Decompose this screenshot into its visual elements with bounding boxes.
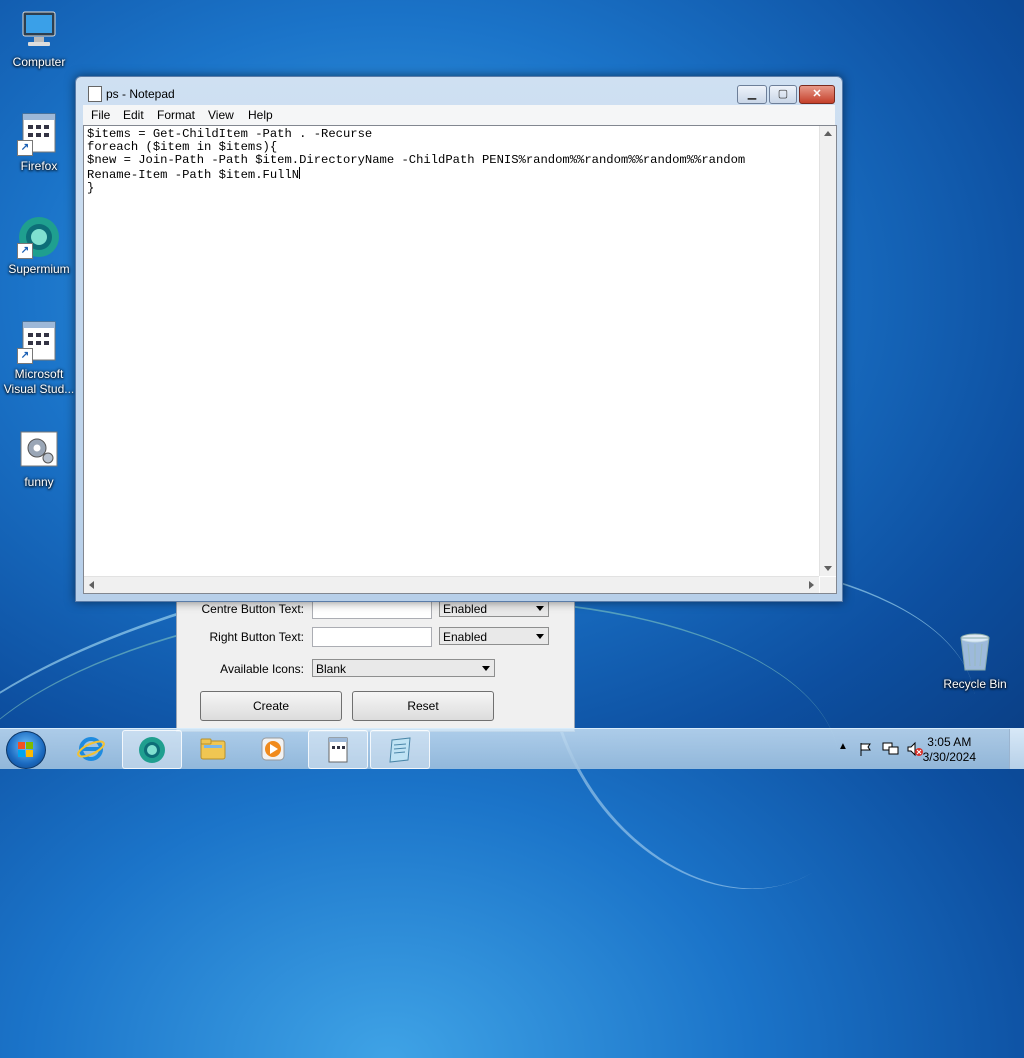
scroll-down-icon[interactable] <box>824 566 832 571</box>
system-tray: ▲ 3:05 AM 3/30/2024 <box>834 729 1024 769</box>
supermium-icon <box>139 737 165 763</box>
recycle-bin-icon <box>953 630 997 674</box>
menu-file[interactable]: File <box>91 108 110 122</box>
centre-button-row: Centre Button Text: Enabled <box>177 599 574 621</box>
code-line: } <box>87 181 95 195</box>
editor-content: $items = Get-ChildItem -Path . -Recurse f… <box>87 128 745 195</box>
clock[interactable]: 3:05 AM 3/30/2024 <box>923 735 976 765</box>
scroll-right-icon[interactable] <box>809 581 814 589</box>
supermium-icon: ↗ <box>17 215 61 259</box>
centre-button-label: Centre Button Text: <box>201 602 304 616</box>
desktop-icon-computer[interactable]: Computer <box>1 8 77 70</box>
text-editor[interactable]: $items = Get-ChildItem -Path . -Recurse f… <box>83 125 837 594</box>
available-icons-row: Available Icons: Blank <box>177 659 574 681</box>
desktop-icon-label: funny <box>24 475 54 489</box>
taskbar-notepad-window[interactable] <box>308 730 368 769</box>
taskbar-media-player[interactable] <box>244 730 302 767</box>
taskbar-notepad[interactable] <box>370 730 430 769</box>
taskbar: ▲ 3:05 AM 3/30/2024 <box>0 728 1024 769</box>
close-button[interactable]: ✕ <box>799 85 835 104</box>
available-icons-label: Available Icons: <box>220 662 304 676</box>
desktop-icon-funny[interactable]: funny <box>1 428 77 490</box>
right-button-state-select[interactable]: Enabled <box>439 627 549 645</box>
volume-muted-icon[interactable] <box>906 741 924 757</box>
reset-button[interactable]: Reset <box>352 691 494 721</box>
desktop-icon-recycle-bin[interactable]: Recycle Bin <box>937 630 1013 692</box>
taskbar-file-explorer[interactable] <box>184 730 242 767</box>
taskbar-supermium[interactable] <box>122 730 182 769</box>
folder-icon <box>200 738 226 760</box>
right-button-text-input[interactable] <box>312 627 432 647</box>
notepad-icon <box>88 86 102 102</box>
notepad-window: ps - Notepad ▁ ▢ ✕ File Edit Format View… <box>75 76 843 602</box>
minimize-icon: ▁ <box>747 88 757 100</box>
horizontal-scrollbar[interactable] <box>84 576 819 593</box>
desktop-icon-label: Firefox <box>20 159 58 173</box>
title-bar[interactable]: ps - Notepad ▁ ▢ ✕ <box>76 77 842 107</box>
menu-bar: File Edit Format View Help <box>83 105 835 125</box>
create-button[interactable]: Create <box>200 691 342 721</box>
desktop-icon-label: Supermium <box>8 262 70 276</box>
window-title: ps - Notepad <box>106 87 175 101</box>
maximize-icon: ▢ <box>777 88 789 100</box>
desktop-icon-label: Microsoft Visual Stud... <box>3 367 75 396</box>
application-window-icon: ↗ <box>17 112 61 156</box>
menu-view[interactable]: View <box>208 108 234 122</box>
show-hidden-icons-icon[interactable]: ▲ <box>838 741 848 752</box>
media-player-icon <box>261 737 285 761</box>
computer-icon <box>17 8 61 52</box>
menu-edit[interactable]: Edit <box>123 108 144 122</box>
maximize-button[interactable]: ▢ <box>769 85 797 104</box>
minimize-button[interactable]: ▁ <box>737 85 767 104</box>
close-icon: ✕ <box>812 88 822 100</box>
centre-button-text-input[interactable] <box>312 599 432 619</box>
message-box-builder-dialog: Centre Button Text: Enabled Right Button… <box>176 598 575 732</box>
application-window-icon: ↗ <box>17 320 61 364</box>
available-icons-select[interactable]: Blank <box>312 659 495 677</box>
desktop-icon-firefox[interactable]: ↗ Firefox <box>1 112 77 174</box>
size-grip[interactable] <box>820 577 836 593</box>
taskbar-internet-explorer[interactable] <box>62 730 120 767</box>
desktop-icon-visual-studio[interactable]: ↗ Microsoft Visual Stud... <box>1 320 77 397</box>
script-gear-icon <box>17 428 61 472</box>
shortcut-arrow-icon: ↗ <box>17 348 33 364</box>
text-caret <box>299 167 301 179</box>
menu-help[interactable]: Help <box>248 108 273 122</box>
chevron-down-icon <box>536 606 544 611</box>
code-line: $new = Join-Path -Path $item.DirectoryNa… <box>87 153 746 167</box>
vertical-scrollbar[interactable] <box>819 126 836 576</box>
chevron-down-icon <box>482 666 490 671</box>
notepad-icon <box>389 737 411 763</box>
clock-time: 3:05 AM <box>927 735 972 749</box>
code-line: Rename-Item -Path $item.FullN <box>87 167 301 182</box>
scroll-left-icon[interactable] <box>89 581 94 589</box>
windows-logo-icon <box>18 742 33 757</box>
shortcut-arrow-icon: ↗ <box>17 243 33 259</box>
show-desktop-button[interactable] <box>1009 729 1024 769</box>
internet-explorer-icon <box>77 737 105 761</box>
chevron-down-icon <box>536 634 544 639</box>
clock-date: 3/30/2024 <box>922 750 976 764</box>
action-center-flag-icon[interactable] <box>858 741 874 757</box>
menu-format[interactable]: Format <box>157 108 195 122</box>
desktop-icon-supermium[interactable]: ↗ Supermium <box>1 215 77 277</box>
application-window-icon <box>328 737 348 763</box>
scroll-up-icon[interactable] <box>824 131 832 136</box>
network-icon[interactable] <box>882 741 900 757</box>
start-button[interactable] <box>6 731 46 769</box>
shortcut-arrow-icon: ↗ <box>17 140 33 156</box>
desktop-icon-label: Recycle Bin <box>943 677 1007 691</box>
right-button-row: Right Button Text: Enabled <box>177 627 574 649</box>
desktop-icon-label: Computer <box>12 55 66 69</box>
right-button-label: Right Button Text: <box>209 630 305 644</box>
